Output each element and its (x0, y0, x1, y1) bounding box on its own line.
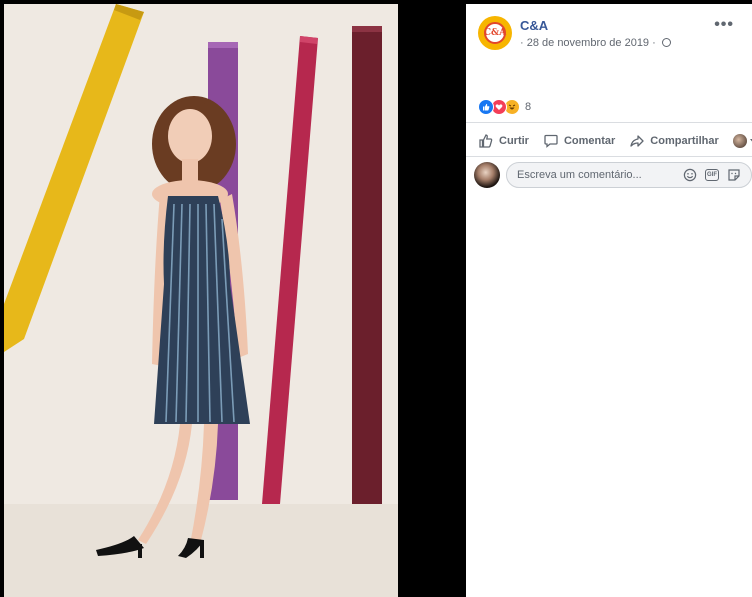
gif-icon[interactable]: GIF (705, 168, 719, 182)
post-meta: · 28 de novembro de 2019 · (520, 37, 671, 49)
like-label: Curtir (499, 135, 529, 147)
user-avatar (732, 134, 747, 148)
meta-separator: · (520, 37, 524, 49)
comment-box[interactable]: GIF (506, 162, 752, 188)
like-button[interactable]: Curtir (478, 133, 529, 149)
thumbs-up-icon (479, 134, 493, 148)
post-side-panel: C&A C&A · 28 de novembro de 2019 · ••• 8 (466, 4, 752, 597)
photo-viewer: C&A C&A · 28 de novembro de 2019 · ••• 8 (0, 0, 752, 597)
post-actions: Curtir Comentar Compartilhar (478, 128, 752, 154)
comment-button[interactable]: Comentar (543, 133, 615, 149)
sticker-icon[interactable] (727, 168, 741, 182)
divider (466, 156, 752, 157)
comment-input[interactable] (517, 167, 667, 183)
globe-icon[interactable] (661, 38, 671, 47)
comment-tools: GIF (675, 168, 741, 182)
comment-label: Comentar (563, 135, 616, 147)
page-avatar[interactable]: C&A (478, 16, 512, 50)
post-photo[interactable] (4, 4, 398, 597)
page-name-link[interactable]: C&A (520, 18, 548, 33)
separator-dot: · (652, 37, 656, 49)
divider (466, 122, 752, 123)
emoji-icon[interactable] (683, 168, 697, 182)
reactions-summary[interactable]: 8 (478, 98, 531, 116)
share-icon (630, 135, 644, 147)
ca-logo: C&A (484, 22, 506, 44)
reaction-count: 8 (525, 101, 532, 113)
share-label: Compartilhar (650, 135, 719, 147)
like-icon (478, 99, 494, 115)
post-timestamp[interactable]: 28 de novembro de 2019 (527, 37, 649, 49)
comment-composer: GIF (474, 162, 752, 192)
post-header: C&A C&A · 28 de novembro de 2019 · ••• (478, 16, 748, 56)
more-options-icon[interactable]: ••• (714, 16, 734, 34)
comment-icon (544, 134, 558, 148)
user-avatar[interactable] (474, 162, 500, 188)
post-as-selector[interactable] (732, 134, 752, 148)
fashion-photo-illustration (4, 4, 398, 597)
share-button[interactable]: Compartilhar (629, 133, 719, 149)
